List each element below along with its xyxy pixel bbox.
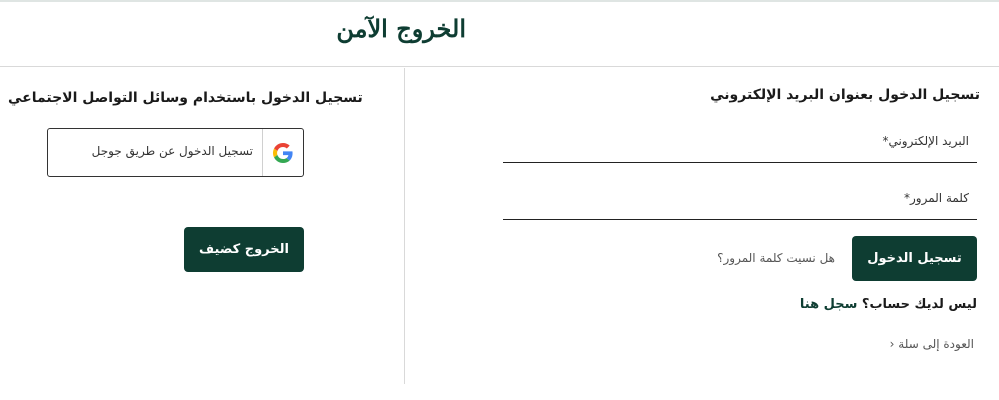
top-border <box>0 0 999 2</box>
back-to-cart-label: العودة إلى سلة <box>898 337 974 351</box>
email-login-heading: تسجيل الدخول بعنوان البريد الإلكتروني <box>710 87 980 103</box>
no-account-text: ليس لديك حساب؟ <box>861 297 977 312</box>
register-link[interactable]: سجل هنا <box>800 297 857 312</box>
password-field[interactable]: كلمة المرور* <box>503 183 977 220</box>
back-to-cart-link[interactable]: العودة إلى سلة ‹ <box>885 337 974 351</box>
social-login-heading: تسجيل الدخول باستخدام وسائل التواصل الاج… <box>8 90 363 106</box>
google-icon <box>273 142 293 163</box>
google-login-label: تسجيل الدخول عن طريق جوجل <box>91 144 253 158</box>
google-login-button[interactable]: تسجيل الدخول عن طريق جوجل <box>47 128 304 177</box>
password-label: كلمة المرور* <box>903 191 969 205</box>
email-field[interactable]: البريد الإلكتروني* <box>503 126 977 163</box>
register-prompt: ليس لديك حساب؟ سجل هنا <box>800 297 977 312</box>
login-button[interactable]: تسجيل الدخول <box>852 236 977 281</box>
email-label: البريد الإلكتروني* <box>882 134 969 148</box>
column-divider <box>404 68 405 384</box>
chevron-left-icon: ‹ <box>889 337 895 351</box>
header-divider <box>0 66 999 67</box>
guest-checkout-button[interactable]: الخروج كضيف <box>184 227 304 272</box>
google-icon-box <box>262 129 303 176</box>
page-title: الخروج الآمن <box>336 14 466 43</box>
forgot-password-link[interactable]: هل نسيت كلمة المرور؟ <box>717 251 835 265</box>
